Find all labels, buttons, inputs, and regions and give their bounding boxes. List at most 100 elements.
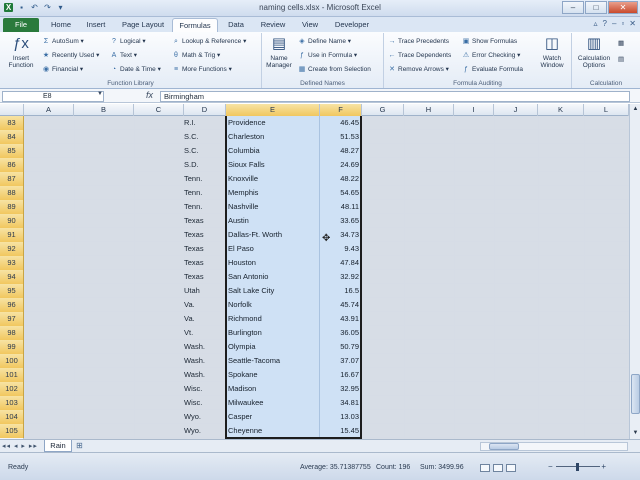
cell-rain[interactable]: 48.22: [320, 172, 361, 186]
financial-button[interactable]: ◉ Financial ▾: [42, 65, 83, 74]
row-header[interactable]: 92: [0, 242, 24, 256]
row-header[interactable]: 94: [0, 270, 24, 284]
cell-rain[interactable]: 15.45: [320, 424, 361, 438]
show-formulas-button[interactable]: ▣ Show Formulas: [462, 37, 517, 46]
row-header[interactable]: 99: [0, 340, 24, 354]
text-button[interactable]: A Text ▾: [110, 51, 137, 60]
cell-city[interactable]: Madison: [226, 382, 320, 396]
cell-city[interactable]: Milwaukee: [226, 396, 320, 410]
formula-input[interactable]: Birmingham: [160, 91, 630, 102]
column-header-h[interactable]: H: [404, 104, 454, 116]
row-header[interactable]: 97: [0, 312, 24, 326]
cell-state[interactable]: Va.: [176, 312, 226, 326]
cell-state[interactable]: Va.: [176, 298, 226, 312]
cell-rain[interactable]: 9.43: [320, 242, 361, 256]
cell-state[interactable]: Wash.: [176, 354, 226, 368]
cell-state[interactable]: Tenn.: [176, 172, 226, 186]
name-manager-button[interactable]: ▤ Name Manager: [264, 35, 294, 69]
cell-rain[interactable]: 48.11: [320, 200, 361, 214]
column-header-i[interactable]: I: [454, 104, 494, 116]
cell-state[interactable]: Wash.: [176, 368, 226, 382]
cell-state[interactable]: Tenn.: [176, 200, 226, 214]
cell-rain[interactable]: 34.81: [320, 396, 361, 410]
workbook-close-icon[interactable]: ✕: [629, 19, 636, 28]
normal-view-icon[interactable]: [480, 464, 490, 472]
cell-city[interactable]: Olympia: [226, 340, 320, 354]
row-header[interactable]: 88: [0, 186, 24, 200]
maximize-button[interactable]: □: [585, 1, 607, 14]
vertical-scrollbar[interactable]: ▲ ▼: [629, 104, 640, 439]
cell-rain[interactable]: 46.45: [320, 116, 361, 130]
row-header[interactable]: 102: [0, 382, 24, 396]
cell-city[interactable]: Cheyenne: [226, 424, 320, 438]
row-header[interactable]: 98: [0, 326, 24, 340]
more-functions-button[interactable]: ≡ More Functions ▾: [172, 65, 232, 74]
date-time-button[interactable]: ◔ Date & Time ▾: [110, 65, 161, 74]
column-header-e[interactable]: E: [226, 104, 320, 116]
watch-window-button[interactable]: ◫ Watch Window: [536, 35, 568, 69]
cell-state[interactable]: Texas: [176, 242, 226, 256]
cell-rain[interactable]: 54.65: [320, 186, 361, 200]
cell-state[interactable]: Wyo.: [176, 410, 226, 424]
calculate-now-icon[interactable]: ▦: [618, 39, 624, 48]
cell-city[interactable]: Nashville: [226, 200, 320, 214]
column-header-d[interactable]: D: [184, 104, 226, 116]
scroll-down-icon[interactable]: ▼: [631, 429, 640, 438]
sheet-nav-icon[interactable]: ◂◂ ◂ ▸ ▸▸: [2, 442, 38, 450]
cell-rain[interactable]: 24.69: [320, 158, 361, 172]
evaluate-formula-button[interactable]: ƒ Evaluate Formula: [462, 65, 523, 74]
cell-rain[interactable]: 48.27: [320, 144, 361, 158]
lookup-reference-button[interactable]: ⌕ Lookup & Reference ▾: [172, 37, 246, 46]
column-header-k[interactable]: K: [538, 104, 584, 116]
calculate-sheet-icon[interactable]: ▤: [618, 55, 624, 64]
sheet-tab-rain[interactable]: Rain: [44, 440, 72, 452]
row-header[interactable]: 101: [0, 368, 24, 382]
row-header[interactable]: 90: [0, 214, 24, 228]
cell-state[interactable]: S.C.: [176, 144, 226, 158]
cell-city[interactable]: Columbia: [226, 144, 320, 158]
row-header[interactable]: 105: [0, 424, 24, 438]
zoom-slider[interactable]: − +: [548, 462, 606, 472]
vertical-scroll-thumb[interactable]: [631, 374, 640, 414]
row-header[interactable]: 85: [0, 144, 24, 158]
tab-data[interactable]: Data: [222, 18, 250, 32]
column-header-l[interactable]: L: [584, 104, 629, 116]
tab-insert[interactable]: Insert: [80, 18, 112, 32]
row-header[interactable]: 93: [0, 256, 24, 270]
tab-view[interactable]: View: [296, 18, 324, 32]
column-header-g[interactable]: G: [362, 104, 404, 116]
math-trig-button[interactable]: θ Math & Trig ▾: [172, 51, 220, 60]
row-header[interactable]: 84: [0, 130, 24, 144]
cell-city[interactable]: Casper: [226, 410, 320, 424]
cell-rain[interactable]: 32.95: [320, 382, 361, 396]
error-checking-button[interactable]: ⚠ Error Checking ▾: [462, 51, 521, 60]
tab-review[interactable]: Review: [256, 18, 290, 32]
cell-state[interactable]: Wisc.: [176, 396, 226, 410]
cell-state[interactable]: R.I.: [176, 116, 226, 130]
column-header-c[interactable]: C: [134, 104, 184, 116]
cell-city[interactable]: Dallas-Ft. Worth: [226, 228, 320, 242]
column-header-f[interactable]: F: [320, 104, 362, 116]
cell-city[interactable]: Providence: [226, 116, 320, 130]
cell-rain[interactable]: 37.07: [320, 354, 361, 368]
row-header[interactable]: 104: [0, 410, 24, 424]
close-button[interactable]: ✕: [608, 1, 638, 14]
cell-rain[interactable]: 33.65: [320, 214, 361, 228]
trace-precedents-button[interactable]: → Trace Precedents: [388, 37, 450, 46]
cell-rain[interactable]: 43.91: [320, 312, 361, 326]
cell-city[interactable]: Houston: [226, 256, 320, 270]
cell-state[interactable]: Texas: [176, 228, 226, 242]
cell-state[interactable]: S.C.: [176, 130, 226, 144]
horizontal-scroll-thumb[interactable]: [489, 443, 519, 450]
help-icon[interactable]: ?: [603, 19, 607, 28]
tab-formulas[interactable]: Formulas: [172, 18, 218, 32]
cell-rain[interactable]: 16.67: [320, 368, 361, 382]
row-header[interactable]: 100: [0, 354, 24, 368]
use-in-formula-button[interactable]: ƒ Use in Formula ▾: [298, 51, 357, 60]
cell-state[interactable]: Texas: [176, 256, 226, 270]
minimize-ribbon-icon[interactable]: ▵: [594, 19, 598, 28]
autosum-button[interactable]: Σ AutoSum ▾: [42, 37, 84, 46]
page-break-view-icon[interactable]: [506, 464, 516, 472]
cell-state[interactable]: Wyo.: [176, 424, 226, 438]
page-layout-view-icon[interactable]: [493, 464, 503, 472]
